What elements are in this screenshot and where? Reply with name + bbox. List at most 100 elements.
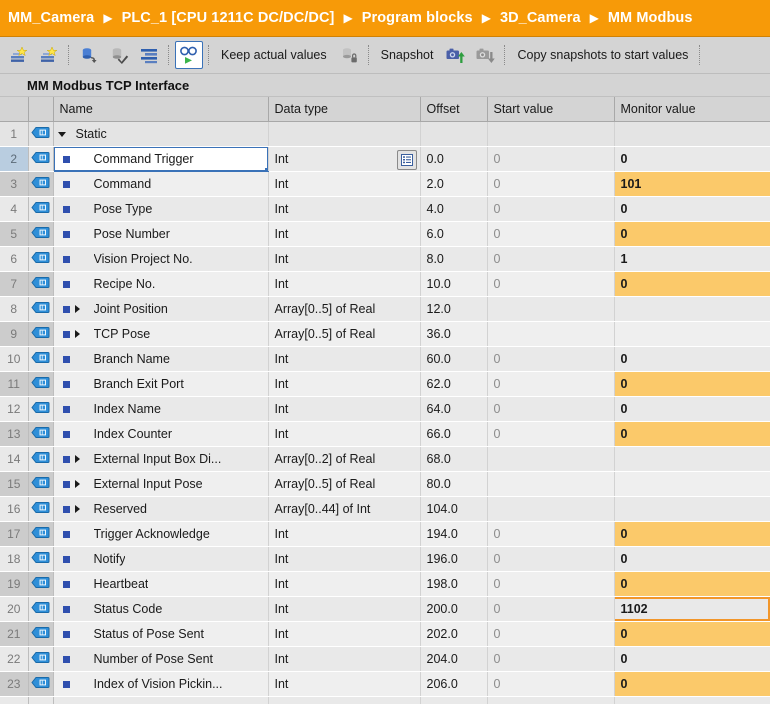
expand-arrow-icon[interactable] bbox=[70, 505, 86, 513]
cell-start-value[interactable]: 0 bbox=[487, 522, 614, 547]
collapse-arrow-icon[interactable] bbox=[54, 132, 70, 137]
row-number[interactable]: 3 bbox=[0, 172, 28, 197]
table-row[interactable]: 8Joint PositionArray[0..5] of Real12.0 bbox=[0, 297, 770, 322]
cell-data-type[interactable] bbox=[268, 697, 420, 704]
row-number[interactable]: 21 bbox=[0, 622, 28, 647]
cell-start-value[interactable] bbox=[487, 297, 614, 322]
cell-name[interactable]: Pose Number bbox=[53, 222, 268, 247]
row-number[interactable]: 8 bbox=[0, 297, 28, 322]
cell-data-type[interactable]: Array[0..5] of Real bbox=[268, 297, 420, 322]
table-row[interactable]: 17Trigger AcknowledgeInt194.000 bbox=[0, 522, 770, 547]
expand-arrow-icon[interactable] bbox=[70, 480, 86, 488]
cell-data-type[interactable] bbox=[268, 122, 420, 147]
cell-data-type[interactable]: Int bbox=[268, 197, 420, 222]
table-row[interactable]: 11Branch Exit PortInt62.000 bbox=[0, 372, 770, 397]
column-header-monitor-value[interactable]: Monitor value bbox=[614, 97, 770, 122]
insert-row-below-icon[interactable] bbox=[35, 41, 63, 69]
cell-name[interactable]: Branch Name bbox=[53, 347, 268, 372]
table-row[interactable]: 12Index NameInt64.000 bbox=[0, 397, 770, 422]
cell-start-value[interactable]: 0 bbox=[487, 147, 614, 172]
table-row[interactable]: 9TCP PoseArray[0..5] of Real36.0 bbox=[0, 322, 770, 347]
table-row[interactable]: 18NotifyInt196.000 bbox=[0, 547, 770, 572]
monitor-all-icon[interactable] bbox=[175, 41, 203, 69]
take-snapshot-icon[interactable] bbox=[441, 41, 469, 69]
table-row[interactable]: 21Status of Pose SentInt202.000 bbox=[0, 622, 770, 647]
cell-name[interactable]: External Input Pose bbox=[53, 472, 268, 497]
keep-actual-values-label[interactable]: Keep actual values bbox=[214, 48, 334, 62]
table-row[interactable]: 16ReservedArray[0..44] of Int104.0 bbox=[0, 497, 770, 522]
row-number[interactable]: 18 bbox=[0, 547, 28, 572]
cell-data-type[interactable]: Int bbox=[268, 547, 420, 572]
cell-start-value[interactable]: 0 bbox=[487, 672, 614, 697]
table-row[interactable]: 6Vision Project No.Int8.001 bbox=[0, 247, 770, 272]
row-number[interactable]: 14 bbox=[0, 447, 28, 472]
cell-start-value[interactable]: 0 bbox=[487, 572, 614, 597]
table-row[interactable]: 3CommandInt2.00101 bbox=[0, 172, 770, 197]
download-db-icon[interactable] bbox=[75, 41, 103, 69]
row-number[interactable]: 15 bbox=[0, 472, 28, 497]
cell-start-value[interactable]: 0 bbox=[487, 622, 614, 647]
cell-start-value[interactable] bbox=[487, 122, 614, 147]
cell-data-type[interactable]: Array[0..5] of Real bbox=[268, 472, 420, 497]
cell-start-value[interactable]: 0 bbox=[487, 372, 614, 397]
row-number[interactable]: 17 bbox=[0, 522, 28, 547]
cell-data-type[interactable]: Int bbox=[268, 597, 420, 622]
cell-data-type[interactable]: Int bbox=[268, 347, 420, 372]
row-number[interactable]: 22 bbox=[0, 647, 28, 672]
table-row[interactable]: 14External Input Box Di...Array[0..2] of… bbox=[0, 447, 770, 472]
cell-start-value[interactable]: 0 bbox=[487, 547, 614, 572]
cell-data-type[interactable]: Array[0..44] of Int bbox=[268, 497, 420, 522]
table-row[interactable]: 19HeartbeatInt198.000 bbox=[0, 572, 770, 597]
breadcrumb-item-4[interactable]: MM Modbus bbox=[608, 10, 693, 26]
breadcrumb-item-3[interactable]: 3D_Camera bbox=[500, 10, 581, 26]
cell-name[interactable]: Index Counter bbox=[53, 422, 268, 447]
data-type-browse-icon[interactable] bbox=[397, 150, 417, 170]
cell-start-value[interactable] bbox=[487, 697, 614, 704]
cell-name[interactable]: Command Trigger bbox=[53, 147, 268, 172]
row-number[interactable]: 6 bbox=[0, 247, 28, 272]
table-row[interactable]: 20Status CodeInt200.001102 bbox=[0, 597, 770, 622]
cell-name[interactable]: Branch Exit Port bbox=[53, 372, 268, 397]
table-row[interactable]: 5Pose NumberInt6.000 bbox=[0, 222, 770, 247]
cell-data-type[interactable]: Int bbox=[268, 422, 420, 447]
cell-data-type[interactable]: Int bbox=[268, 172, 420, 197]
cell-start-value[interactable]: 0 bbox=[487, 347, 614, 372]
table-row[interactable]: 13Index CounterInt66.000 bbox=[0, 422, 770, 447]
cell-name[interactable]: Command bbox=[53, 172, 268, 197]
breadcrumb-item-2[interactable]: Program blocks bbox=[362, 10, 473, 26]
cell-start-value[interactable] bbox=[487, 447, 614, 472]
row-number[interactable]: 10 bbox=[0, 347, 28, 372]
table-row[interactable]: 4Pose TypeInt4.000 bbox=[0, 197, 770, 222]
cell-data-type[interactable]: Int bbox=[268, 372, 420, 397]
table-row[interactable]: 23Index of Vision Pickin...Int206.000 bbox=[0, 672, 770, 697]
apply-snapshot-icon[interactable] bbox=[471, 41, 499, 69]
expand-arrow-icon[interactable] bbox=[70, 330, 86, 338]
breadcrumb-item-0[interactable]: MM_Camera bbox=[8, 10, 94, 26]
snapshot-label[interactable]: Snapshot bbox=[374, 48, 441, 62]
row-number[interactable]: 23 bbox=[0, 672, 28, 697]
cell-start-value[interactable]: 0 bbox=[487, 272, 614, 297]
column-header-offset[interactable]: Offset bbox=[420, 97, 487, 122]
cell-start-value[interactable] bbox=[487, 322, 614, 347]
cell-name[interactable]: Reserved bbox=[53, 497, 268, 522]
cell-start-value[interactable]: 0 bbox=[487, 422, 614, 447]
cell-name[interactable]: Vision Project No. bbox=[53, 247, 268, 272]
insert-row-above-icon[interactable] bbox=[5, 41, 33, 69]
row-number[interactable]: 11 bbox=[0, 372, 28, 397]
cell-name[interactable]: Number of Pose Sent bbox=[53, 647, 268, 672]
table-row[interactable]: 7Recipe No.Int10.000 bbox=[0, 272, 770, 297]
cell-start-value[interactable]: 0 bbox=[487, 222, 614, 247]
cell-start-value[interactable]: 0 bbox=[487, 247, 614, 272]
row-number[interactable]: 16 bbox=[0, 497, 28, 522]
table-row[interactable]: 15 External Input PoseArray[0..5] of Real… bbox=[0, 472, 770, 497]
cell-start-value[interactable]: 0 bbox=[487, 172, 614, 197]
expand-list-icon[interactable] bbox=[135, 41, 163, 69]
cell-data-type[interactable]: Int bbox=[268, 572, 420, 597]
cell-data-type[interactable]: Int bbox=[268, 397, 420, 422]
cell-name[interactable]: Heartbeat bbox=[53, 572, 268, 597]
cell-data-type[interactable]: Array[0..2] of Real bbox=[268, 447, 420, 472]
column-header-start-value[interactable]: Start value bbox=[487, 97, 614, 122]
cell-name[interactable]: TCP Pose bbox=[53, 322, 268, 347]
cell-data-type[interactable]: Int bbox=[268, 247, 420, 272]
cell-data-type[interactable]: Int bbox=[268, 222, 420, 247]
